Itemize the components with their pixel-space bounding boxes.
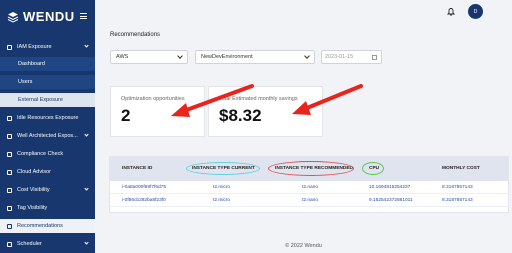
sidebar-item-label: Cost Visibility xyxy=(17,187,50,193)
cell-type-recommended: t2.nano xyxy=(302,198,319,203)
cell-type-current: t2.micro xyxy=(213,198,231,203)
cell-instance-id[interactable]: i-0a8a000f69f7f6d75 xyxy=(122,185,166,190)
page-title: Recommendations xyxy=(110,32,161,38)
sidebar-item-label: Dashboard xyxy=(18,61,45,67)
lock-icon xyxy=(7,44,12,50)
provider-select[interactable]: AWS xyxy=(110,50,188,64)
chevron-down-icon xyxy=(84,132,89,137)
sidebar-item-compliance-check[interactable]: Compliance Check xyxy=(0,147,95,161)
tag-icon xyxy=(7,205,12,211)
provider-value: AWS xyxy=(116,54,129,60)
sidebar-item-scheduler[interactable]: Scheduler xyxy=(0,237,95,251)
cell-monthly-cost: 8.3187857143 xyxy=(442,185,473,190)
cell-type-recommended: t2.nano xyxy=(302,185,319,190)
footer: © 2022 Wendu xyxy=(285,243,322,249)
highlight-recommended-oval xyxy=(268,161,354,176)
date-placeholder: 2023-01-15 xyxy=(325,54,354,60)
date-input[interactable]: 2023-01-15 xyxy=(321,50,382,64)
sidebar-item-label: Scheduler xyxy=(17,241,42,247)
cell-monthly-cost: 8.3187857143 xyxy=(442,198,473,203)
sidebar-item-label: IAM Exposure xyxy=(17,44,52,50)
col-instance-id: INSTANCE ID xyxy=(122,166,153,171)
table-header: INSTANCE ID INSTANCE TYPE CURRENT INSTAN… xyxy=(110,157,508,181)
sidebar-item-idle-resources[interactable]: Idle Resources Exposure xyxy=(0,111,95,125)
col-monthly-cost: MONTHLY COST xyxy=(442,166,480,171)
card-label: Optimization opportunities xyxy=(121,96,185,102)
card-label: Total Estimated monthly savings xyxy=(219,96,298,102)
brand[interactable]: WENDU xyxy=(7,9,75,24)
card-value: 2 xyxy=(121,106,131,125)
sidebar-item-label: Compliance Check xyxy=(17,151,64,157)
sidebar-item-dashboard[interactable]: Dashboard xyxy=(0,57,95,71)
optimization-opportunities-card: Optimization opportunities 2 xyxy=(110,86,205,137)
cell-type-current: t2.micro xyxy=(213,185,231,190)
recommendations-table: INSTANCE ID INSTANCE TYPE CURRENT INSTAN… xyxy=(109,156,509,213)
sidebar-item-label: Users xyxy=(18,79,33,85)
highlight-current-oval xyxy=(186,162,260,175)
check-icon xyxy=(7,151,12,157)
layers-logo-icon xyxy=(7,11,19,23)
table-row[interactable]: i-0f86cb282ba8f23f0 t2.micro t2.nano 9.1… xyxy=(110,194,508,207)
gear-icon xyxy=(7,115,12,121)
cell-instance-id[interactable]: i-0f86cb282ba8f23f0 xyxy=(122,198,166,203)
calendar-icon[interactable] xyxy=(372,55,377,60)
table-row[interactable]: i-0a8a000f69f7f6d75 t2.micro t2.nano 10.… xyxy=(110,181,508,194)
sidebar-item-users[interactable]: Users xyxy=(0,75,95,89)
dollar-icon xyxy=(7,187,12,193)
chevron-down-icon xyxy=(84,43,89,48)
cell-cpu: 9.152542372881011 xyxy=(369,198,413,203)
sidebar-item-well-architected[interactable]: Well Architected Expos... xyxy=(0,129,95,143)
chevron-down-icon xyxy=(84,186,89,191)
building-icon xyxy=(7,133,12,139)
trend-icon xyxy=(7,223,12,229)
cell-cpu: 10.1694815254237 xyxy=(369,185,411,190)
sidebar-item-cloud-advisor[interactable]: Cloud Advisor xyxy=(0,165,95,179)
sidebar-item-tag-visibility[interactable]: Tag Visibility xyxy=(0,201,95,215)
sidebar-item-label: Well Architected Expos... xyxy=(17,133,78,139)
sidebar-item-cost-visibility[interactable]: Cost Visibility xyxy=(0,183,95,197)
calendar-icon xyxy=(7,241,12,247)
sidebar: WENDU IAM Exposure Dashboard Users Exter… xyxy=(0,0,95,253)
cloud-icon xyxy=(7,169,12,175)
sidebar-item-label: Cloud Advisor xyxy=(17,169,51,175)
main-content: D Recommendations AWS NewDevEnvironment … xyxy=(95,0,512,253)
brand-name: WENDU xyxy=(23,9,75,24)
monthly-savings-card: Total Estimated monthly savings $8.32 xyxy=(208,86,323,137)
avatar[interactable]: D xyxy=(468,4,483,19)
sidebar-item-label: Recommendations xyxy=(17,223,63,229)
chevron-down-icon xyxy=(304,53,310,59)
environment-select[interactable]: NewDevEnvironment xyxy=(195,50,315,64)
chevron-down-icon xyxy=(177,53,183,59)
sidebar-item-external-exposure[interactable]: External Exposure xyxy=(0,93,95,107)
sidebar-item-label: Tag Visibility xyxy=(17,205,48,211)
sidebar-item-label: External Exposure xyxy=(18,97,63,103)
sidebar-item-iam-exposure[interactable]: IAM Exposure xyxy=(0,40,95,54)
environment-value: NewDevEnvironment xyxy=(201,54,253,60)
chevron-down-icon xyxy=(84,240,89,245)
menu-toggle-icon[interactable] xyxy=(80,13,87,19)
card-value: $8.32 xyxy=(219,106,262,125)
bell-icon[interactable] xyxy=(447,7,455,16)
highlight-cpu-oval xyxy=(362,162,384,175)
sidebar-item-recommendations[interactable]: Recommendations xyxy=(0,219,95,233)
sidebar-item-label: Idle Resources Exposure xyxy=(17,115,79,121)
